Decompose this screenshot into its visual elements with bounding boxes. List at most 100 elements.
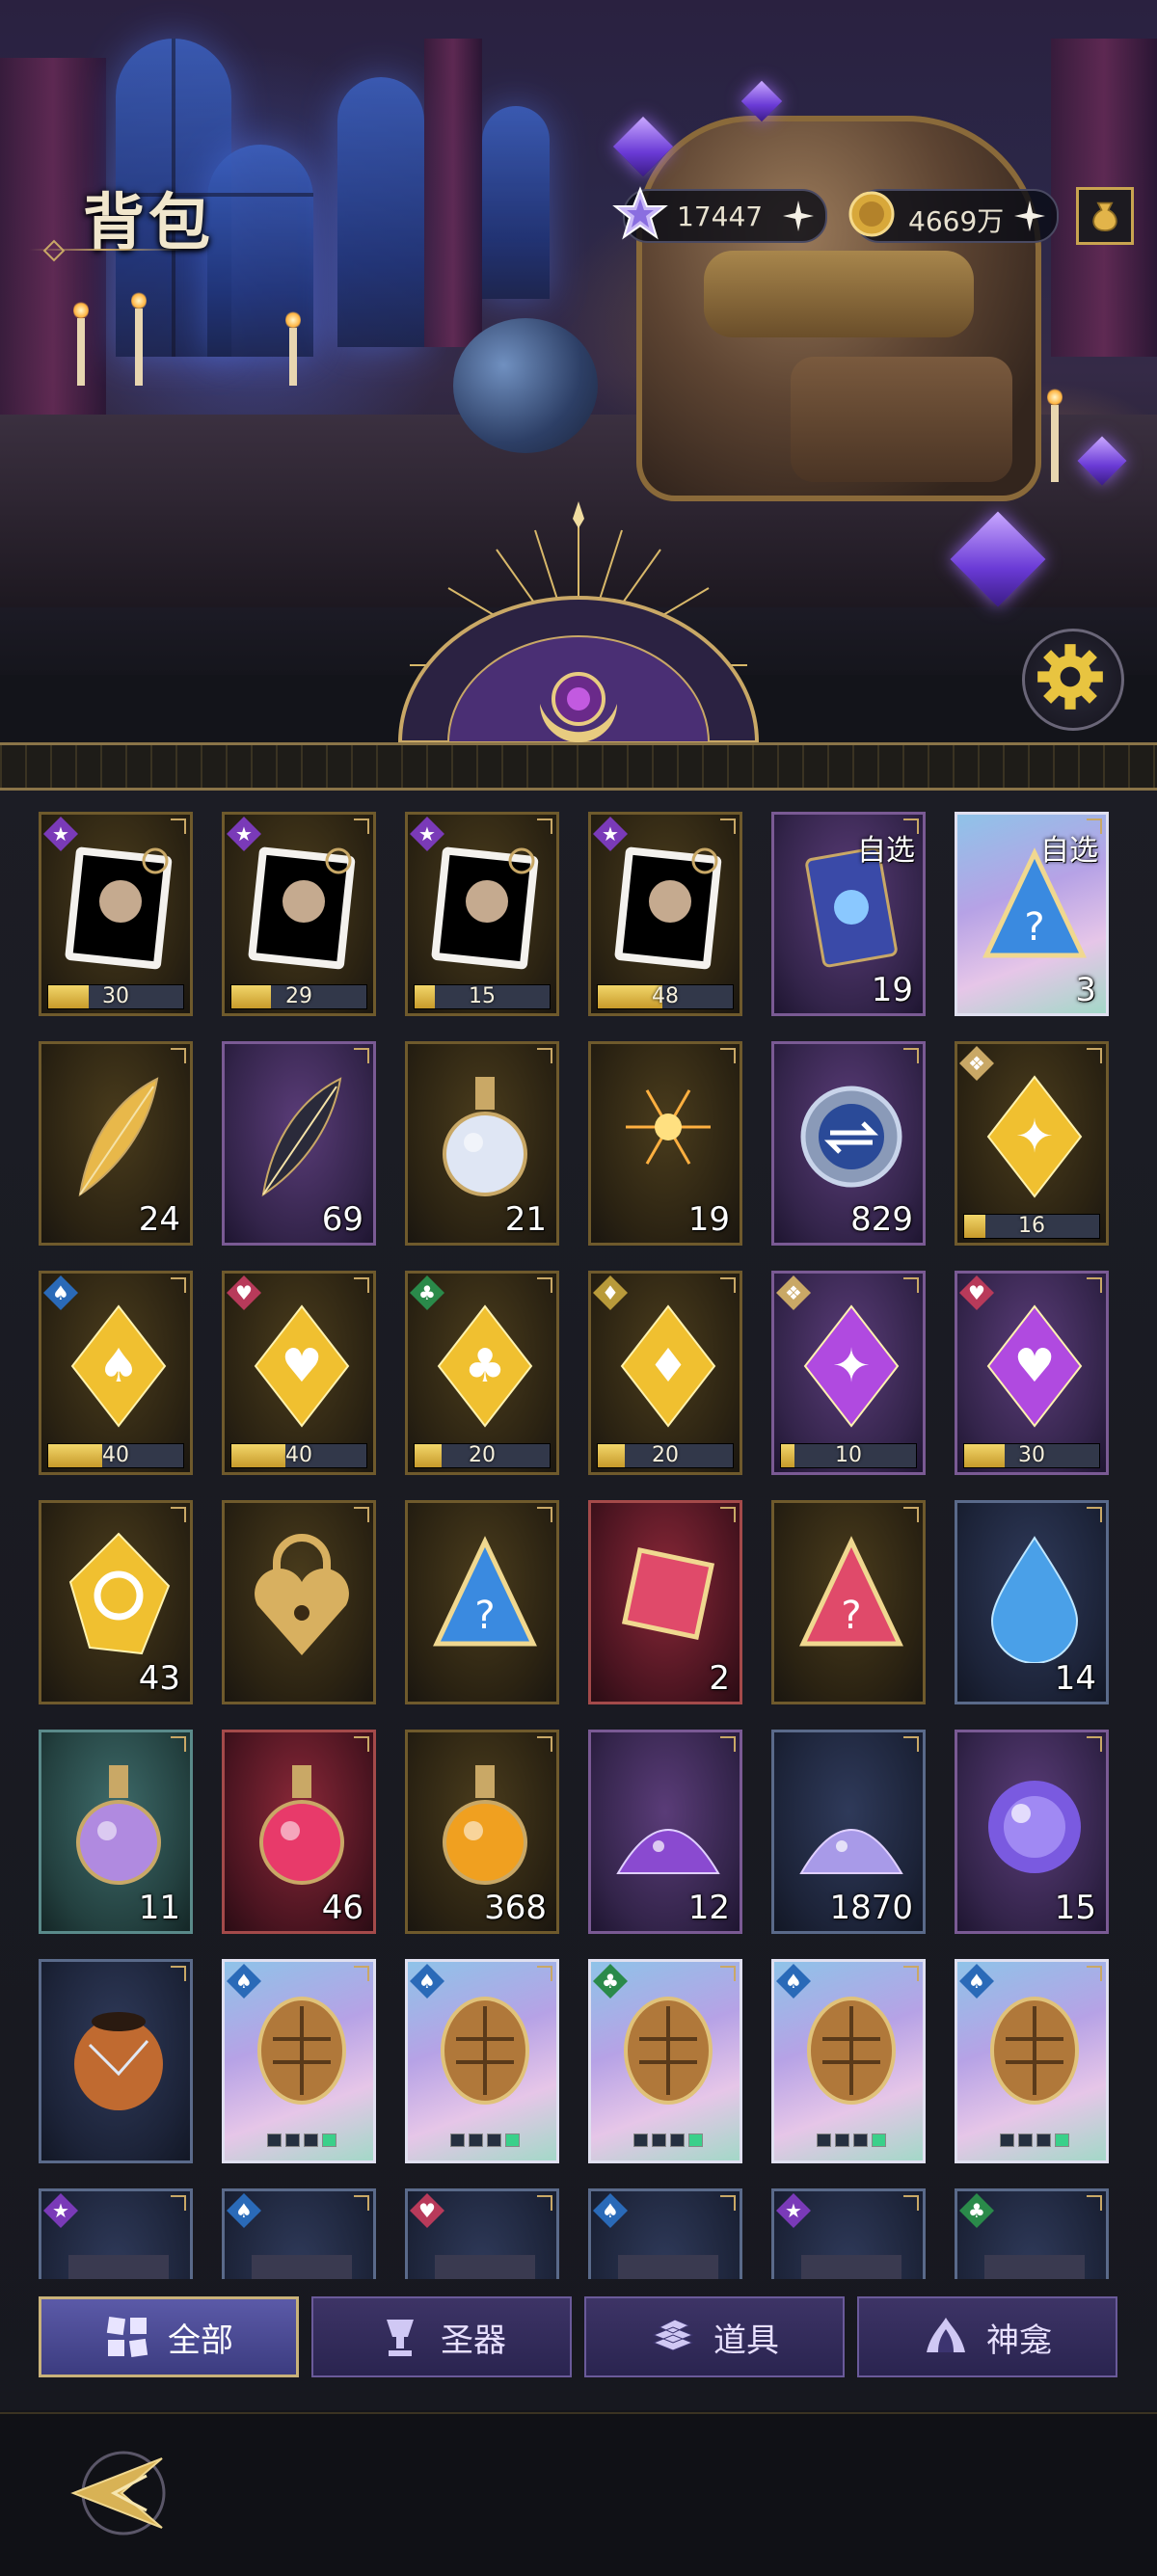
item-slot-red-heart-potion[interactable]: 46 (222, 1730, 376, 1934)
card-corner-ornament (537, 2195, 552, 2211)
card-corner-ornament (537, 1736, 552, 1752)
back-arrow-icon[interactable] (54, 2439, 179, 2545)
relic-card-partial-icon (435, 2255, 535, 2279)
item-slot-clay-cracked-pot[interactable] (39, 1959, 193, 2163)
golden-heart-padlock-icon (255, 1534, 349, 1655)
gold-crystal-heart-icon: ♥ (254, 1304, 350, 1428)
item-progress-text: 10 (835, 1443, 862, 1467)
item-slot-gold-crystal-heart[interactable]: ♥ ♥ 40 (222, 1271, 376, 1475)
item-slot-relic-card-partial[interactable]: ♣ (955, 2188, 1109, 2279)
item-count: 19 (871, 971, 913, 1009)
card-corner-ornament (171, 1048, 186, 1063)
item-slot-gold-crystal-spade[interactable]: ♠ ♠ 40 (39, 1271, 193, 1475)
selectable-label: 自选 (1040, 834, 1098, 868)
item-slot-shield-relic-card[interactable]: ♠ (222, 1959, 376, 2163)
tab-relics[interactable]: 圣器 (311, 2296, 572, 2377)
stained-window (337, 77, 424, 347)
tab-items[interactable]: 道具 (584, 2296, 845, 2377)
silver-exchange-coin-icon (800, 1086, 902, 1188)
item-slot-shield-relic-card[interactable]: ♠ (955, 1959, 1109, 2163)
card-corner-ornament (903, 1736, 919, 1752)
item-count: 46 (321, 1889, 363, 1927)
item-progress-text: 20 (469, 1443, 496, 1467)
item-slot-shield-relic-card[interactable]: ♠ (771, 1959, 926, 2163)
item-slot-portrait-puzzle-silver-hair[interactable]: ★ 30 (39, 812, 193, 1016)
item-slot-relic-card-partial[interactable]: ★ (771, 2188, 926, 2279)
item-slot-purple-crystal-dust[interactable]: 12 (588, 1730, 742, 1934)
relic-card-partial-icon (801, 2255, 901, 2279)
item-slot-selectable-mystery-triangle[interactable]: ? 自选 3 (955, 812, 1109, 1016)
item-slot-gold-crystal-keyhole[interactable]: ✦ ❖ 16 (955, 1041, 1109, 1246)
card-corner-ornament (1087, 1966, 1102, 1981)
red-square-token-icon (621, 1546, 715, 1641)
blue-water-drop-gem-icon (990, 1536, 1079, 1663)
card-corner-ornament (1087, 2195, 1102, 2211)
item-slot-firework-burst[interactable]: 19 (588, 1041, 742, 1246)
item-progress-bar: 29 (230, 984, 367, 1009)
add-gold-icon[interactable] (1012, 199, 1047, 233)
svg-text:♥: ♥ (1013, 1339, 1055, 1393)
selectable-label: 自选 (857, 834, 915, 868)
item-slot-golden-feather[interactable]: 24 (39, 1041, 193, 1246)
item-slot-rainbow-heart-potion[interactable]: 11 (39, 1730, 193, 1934)
relic-card-partial-icon (68, 2255, 169, 2279)
item-count: 43 (138, 1659, 180, 1698)
item-slot-relic-card-partial[interactable]: ♠ (222, 2188, 376, 2279)
item-slot-red-square-token[interactable]: 2 (588, 1500, 742, 1704)
item-slot-portrait-puzzle-dark-hair[interactable]: ★ 15 (405, 812, 559, 1016)
item-progress-text: 16 (1018, 1214, 1045, 1238)
add-star-crystal-icon[interactable] (781, 199, 816, 233)
card-corner-ornament (720, 1507, 736, 1522)
level-pip (1018, 2133, 1033, 2147)
item-slot-yellow-refresh-gem[interactable]: 43 (39, 1500, 193, 1704)
item-slot-purple-crystal-heart[interactable]: ♥ ♥ 30 (955, 1271, 1109, 1475)
item-slot-violet-sand-pile[interactable]: 1870 (771, 1730, 926, 1934)
tab-shrine-label: 神龛 (986, 2321, 1052, 2360)
card-corner-ornament (354, 2195, 369, 2211)
level-pip (1036, 2133, 1051, 2147)
item-progress-text: 48 (652, 984, 679, 1008)
portrait-puzzle-silver-hair-icon (65, 846, 173, 970)
item-slot-relic-card-partial[interactable]: ★ (39, 2188, 193, 2279)
item-slot-shield-relic-card[interactable]: ♣ (588, 1959, 742, 2163)
item-slot-dark-feather[interactable]: 69 (222, 1041, 376, 1246)
card-corner-ornament (354, 1736, 369, 1752)
item-slot-amber-orb-potion[interactable]: 368 (405, 1730, 559, 1934)
item-slot-silver-exchange-coin[interactable]: 829 (771, 1041, 926, 1246)
item-slot-glowing-purple-orb[interactable]: 15 (955, 1730, 1109, 1934)
card-corner-ornament (903, 1277, 919, 1293)
level-pip (835, 2133, 849, 2147)
item-slot-purple-crystal-keyhole[interactable]: ✦ ❖ 10 (771, 1271, 926, 1475)
item-slot-gold-crystal-diamond[interactable]: ♦ ♦ 20 (588, 1271, 742, 1475)
tab-relics-label: 圣器 (441, 2321, 506, 2360)
item-slot-portrait-puzzle-gold-crown[interactable]: ★ 48 (588, 812, 742, 1016)
portrait-puzzle-blonde-icon (248, 846, 356, 970)
item-count: 19 (687, 1200, 730, 1239)
relic-level-pips (1000, 2133, 1069, 2147)
item-progress-bar: 15 (414, 984, 551, 1009)
item-slot-blue-water-drop-gem[interactable]: 14 (955, 1500, 1109, 1704)
item-slot-golden-heart-padlock[interactable] (222, 1500, 376, 1704)
item-slot-gold-crystal-club[interactable]: ♣ ♣ 20 (405, 1271, 559, 1475)
inventory-grid: ★ 30 ★ 29 ★ 15 ★ 48 自选 19? 自选 3 24 69 21 19 829 ✦ ❖ 16 ♠ ♠… (39, 812, 1118, 2279)
level-pip (469, 2133, 483, 2147)
item-progress-text: 40 (285, 1443, 312, 1467)
tab-items-label: 道具 (713, 2321, 779, 2360)
item-slot-relic-card-partial[interactable]: ♠ (588, 2188, 742, 2279)
tab-shrine[interactable]: 神龛 (857, 2296, 1117, 2377)
item-slot-selectable-card-pack[interactable]: 自选 19 (771, 812, 926, 1016)
level-pip (652, 2133, 666, 2147)
item-slot-portrait-puzzle-blonde[interactable]: ★ 29 (222, 812, 376, 1016)
shrine-icon (927, 2318, 965, 2352)
candle (285, 310, 301, 386)
item-slot-pearl-potion-bottle[interactable]: 21 (405, 1041, 559, 1246)
item-slot-red-triangle-token[interactable]: ? (771, 1500, 926, 1704)
gold-pouch-button[interactable] (1076, 187, 1134, 245)
inventory-row: ♠ ♠ 40 ♥ ♥ 40 ♣ ♣ 20 ♦ ♦ 20 ✦ ❖ 10 ♥ ♥ 30 (39, 1271, 1118, 1475)
item-slot-relic-card-partial[interactable]: ♥ (405, 2188, 559, 2279)
settings-button[interactable] (1022, 629, 1124, 731)
item-slot-blue-triangle-token[interactable]: ? (405, 1500, 559, 1704)
tab-all[interactable]: 全部 (39, 2296, 299, 2377)
item-count: 24 (138, 1200, 180, 1239)
item-slot-shield-relic-card[interactable]: ♠ (405, 1959, 559, 2163)
